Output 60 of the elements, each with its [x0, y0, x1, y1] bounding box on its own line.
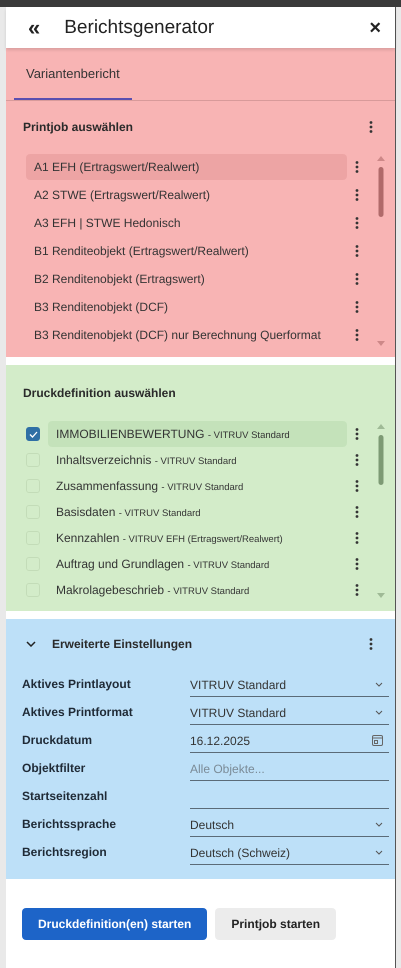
select-field[interactable]: VITRUV Standard [190, 701, 389, 725]
printjob-item[interactable]: A1 EFH (Ertragswert/Realwert) [26, 154, 347, 180]
chevron-down-icon[interactable] [375, 682, 383, 687]
definition-item[interactable]: Basisdaten - VITRUV Standard [48, 499, 347, 525]
definition-item[interactable]: Zusammenfassung - VITRUV Standard [48, 473, 347, 499]
date-field[interactable]: 16.12.2025 [190, 729, 389, 753]
definition-item[interactable]: Kennzahlen - VITRUV EFH (Ertragswert/Realwert) [48, 525, 347, 551]
close-button[interactable]: × [365, 18, 385, 38]
definition-item[interactable]: Inhaltsverzeichnis - VITRUV Standard [48, 447, 347, 473]
more-icon[interactable] [355, 506, 359, 518]
more-icon[interactable] [355, 584, 359, 596]
section-title: Erweiterte Einstellungen [52, 637, 194, 651]
field-label: Aktives Printlayout [22, 677, 132, 693]
more-icon[interactable] [369, 638, 373, 650]
field-label: Berichtsregion [22, 845, 108, 861]
select-field[interactable]: Deutsch [190, 813, 389, 837]
definition-item[interactable]: IMMOBILIENBEWERTUNG - VITRUV Standard [48, 421, 347, 447]
printjob-item[interactable]: B3 Renditenobjekt (DCF) [26, 294, 347, 320]
more-icon[interactable] [355, 329, 359, 341]
more-icon[interactable] [355, 532, 359, 544]
printjob-item[interactable]: B3 Renditenobjekt (DCF) nur Berechnung Querformat [26, 322, 347, 348]
more-icon[interactable] [355, 189, 359, 201]
section-title: Printjob auswählen [23, 120, 134, 134]
field-label: Aktives Printformat [22, 705, 134, 721]
collapse-button[interactable]: « [24, 16, 44, 38]
more-icon[interactable] [369, 121, 373, 133]
more-icon[interactable] [355, 480, 359, 492]
select-field[interactable]: Deutsch (Schweiz) [190, 841, 389, 865]
more-icon[interactable] [355, 428, 359, 440]
calendar-icon[interactable] [372, 735, 383, 746]
tab[interactable]: Variantenbericht [14, 48, 132, 100]
checkbox[interactable] [26, 427, 40, 441]
chevron-down-icon[interactable] [375, 710, 383, 715]
chevron-down-icon[interactable] [26, 641, 36, 647]
printjob-item[interactable]: A3 EFH | STWE Hedonisch [26, 210, 347, 236]
input-field[interactable]: Alle Objekte... [190, 757, 389, 781]
start-printjob-button[interactable]: Printjob starten [215, 908, 336, 940]
panel-title: Berichtsgenerator [64, 16, 216, 38]
more-icon[interactable] [355, 273, 359, 285]
definition-item[interactable]: Makrolagebeschrieb - VITRUV Standard [48, 577, 347, 603]
field-label: Berichtssprache [22, 817, 118, 833]
field-label: Objektfilter [22, 761, 86, 777]
chevron-down-icon[interactable] [375, 850, 383, 855]
start-definitions-button[interactable]: Druckdefinition(en) starten [22, 908, 208, 940]
check-icon [28, 430, 38, 438]
select-field[interactable]: VITRUV Standard [190, 673, 389, 697]
printjob-item[interactable]: A2 STWE (Ertragswert/Realwert) [26, 182, 347, 208]
field-label: Startseitenzahl [22, 789, 108, 805]
more-icon[interactable] [355, 245, 359, 257]
printjob-item[interactable]: B1 Renditeobjekt (Ertragswert/Realwert) [26, 238, 347, 264]
field-label: Druckdatum [22, 733, 94, 749]
more-icon[interactable] [355, 454, 359, 466]
more-icon[interactable] [355, 558, 359, 570]
more-icon[interactable] [355, 217, 359, 229]
printjob-item[interactable]: B2 Renditenobjekt (Ertragswert) [26, 266, 347, 292]
more-icon[interactable] [355, 161, 359, 173]
definition-item[interactable]: Auftrag und Grundlagen - VITRUV Standard [48, 551, 347, 577]
chevron-down-icon[interactable] [375, 822, 383, 827]
more-icon[interactable] [355, 301, 359, 313]
section-title: Druckdefinition auswählen [23, 386, 177, 400]
